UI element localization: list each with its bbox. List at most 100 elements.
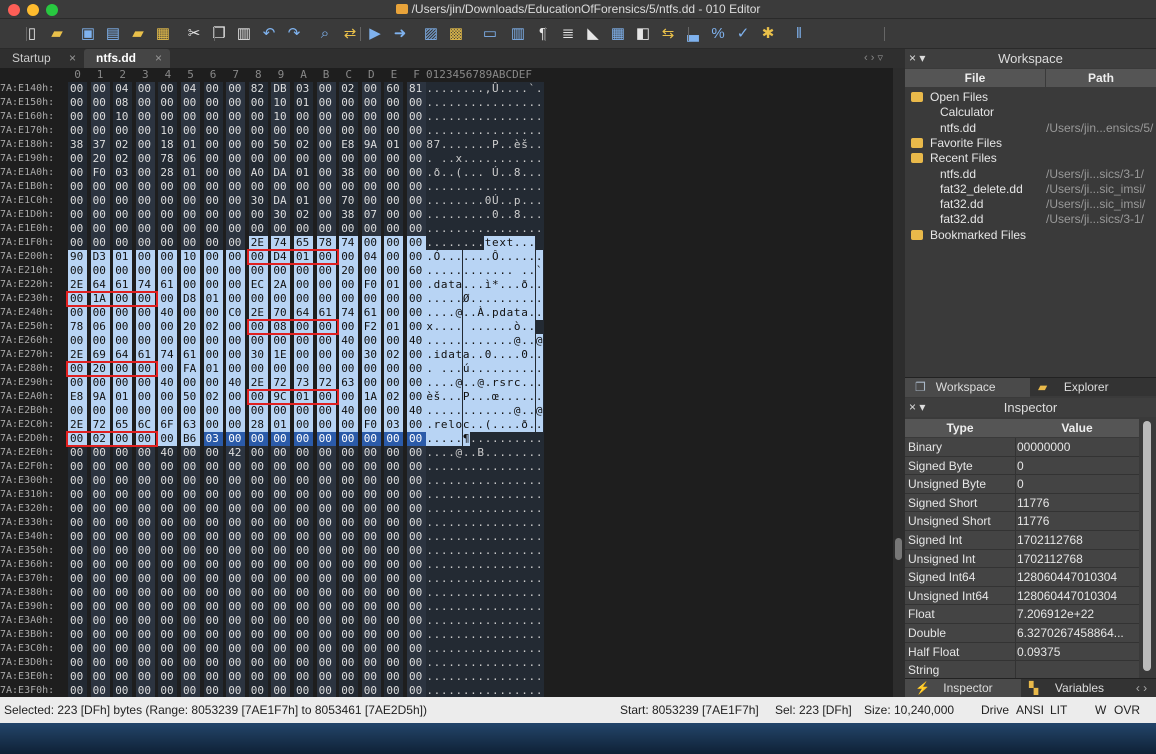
hex-byte[interactable]: 00 — [203, 502, 223, 516]
hex-byte[interactable]: 00 — [248, 544, 268, 558]
hex-byte[interactable]: 65 — [113, 418, 133, 432]
tab-variables[interactable]: ▚ Variables — [1021, 679, 1127, 698]
hex-byte[interactable]: 00 — [135, 96, 155, 110]
hex-byte[interactable]: 00 — [339, 516, 359, 530]
hex-byte[interactable]: 00 — [316, 544, 336, 558]
hex-byte[interactable]: 00 — [135, 600, 155, 614]
hex-byte[interactable]: A0 — [248, 166, 268, 180]
hex-byte[interactable]: 00 — [407, 390, 426, 404]
hex-byte[interactable]: 00 — [248, 264, 268, 278]
hex-byte[interactable]: 03 — [113, 166, 133, 180]
hex-byte[interactable]: 00 — [135, 208, 155, 222]
hex-byte[interactable]: 06 — [90, 320, 110, 334]
hex-byte[interactable]: 00 — [384, 110, 404, 124]
hex-byte[interactable]: 38 — [68, 138, 87, 152]
ascii-text[interactable]: ..... ¶.......... — [426, 432, 544, 446]
hex-byte[interactable]: 90 — [68, 250, 87, 264]
hex-byte[interactable]: 00 — [158, 390, 178, 404]
hex-byte[interactable]: 00 — [90, 516, 110, 530]
hex-byte[interactable]: 00 — [316, 180, 336, 194]
hex-byte[interactable]: 00 — [361, 180, 381, 194]
hex-byte[interactable]: 00 — [135, 628, 155, 642]
hex-byte[interactable]: 01 — [113, 390, 133, 404]
hex-byte[interactable]: 40 — [158, 376, 178, 390]
hex-byte[interactable]: 00 — [203, 236, 223, 250]
col-value[interactable]: Value — [1017, 419, 1137, 437]
hex-byte[interactable]: 72 — [90, 418, 110, 432]
tab-startup[interactable]: Startup × — [0, 49, 84, 68]
hex-byte[interactable]: 00 — [203, 558, 223, 572]
inspector-scrollbar[interactable] — [1139, 419, 1156, 679]
hex-byte[interactable]: 00 — [68, 376, 87, 390]
hex-byte[interactable]: 00 — [135, 516, 155, 530]
hex-byte[interactable]: 10 — [181, 250, 200, 264]
inspector-row[interactable]: Signed Short 11776 — [905, 493, 1139, 513]
hex-byte[interactable]: 00 — [271, 488, 291, 502]
hex-byte[interactable]: 00 — [68, 208, 87, 222]
hex-byte[interactable]: 00 — [158, 208, 178, 222]
hex-byte[interactable]: 00 — [113, 488, 133, 502]
hex-byte[interactable]: 00 — [68, 404, 87, 418]
inspector-value[interactable]: 0 — [1017, 475, 1137, 493]
hex-byte[interactable]: 00 — [68, 516, 87, 530]
hex-byte[interactable]: 00 — [316, 362, 336, 376]
hex-byte[interactable]: 00 — [248, 474, 268, 488]
hex-byte[interactable]: 00 — [226, 558, 246, 572]
hex-byte[interactable]: 00 — [226, 264, 246, 278]
ascii-text[interactable]: .idata..0....0.. — [426, 348, 544, 362]
hex-byte[interactable]: 00 — [294, 628, 313, 642]
hex-byte[interactable]: 74 — [339, 306, 359, 320]
hex-byte[interactable]: 00 — [339, 488, 359, 502]
hex-byte[interactable]: 18 — [158, 138, 178, 152]
hex-byte[interactable]: 00 — [135, 82, 155, 96]
hex-byte[interactable]: 00 — [361, 502, 381, 516]
hex-byte[interactable]: 00 — [135, 152, 155, 166]
hex-byte[interactable]: 00 — [90, 572, 110, 586]
hex-byte[interactable]: 00 — [407, 292, 426, 306]
hex-byte[interactable]: 00 — [407, 502, 426, 516]
hex-byte[interactable]: 28 — [158, 166, 178, 180]
hex-byte[interactable]: 00 — [407, 614, 426, 628]
hex-byte[interactable]: 1A — [361, 390, 381, 404]
hex-byte[interactable]: 78 — [158, 152, 178, 166]
hex-byte[interactable]: 00 — [135, 194, 155, 208]
hex-byte[interactable]: 50 — [181, 390, 200, 404]
ascii-text[interactable]: ................ — [426, 530, 544, 544]
hex-byte[interactable]: 00 — [226, 642, 246, 656]
hex-byte[interactable]: 00 — [226, 544, 246, 558]
col-path[interactable]: Path — [1046, 69, 1156, 87]
hex-byte[interactable]: 08 — [113, 96, 133, 110]
hex-byte[interactable]: 00 — [135, 502, 155, 516]
hex-byte[interactable]: 00 — [248, 502, 268, 516]
hex-byte[interactable]: 04 — [361, 250, 381, 264]
hex-byte[interactable]: 00 — [158, 194, 178, 208]
hex-byte[interactable]: 00 — [226, 82, 246, 96]
hex-byte[interactable]: 00 — [90, 544, 110, 558]
hex-byte[interactable]: 00 — [361, 628, 381, 642]
inspector-value[interactable]: 1702112768 — [1017, 531, 1137, 549]
hex-byte[interactable]: 00 — [384, 334, 404, 348]
hex-byte[interactable]: 00 — [226, 250, 246, 264]
hex-byte[interactable]: 61 — [316, 306, 336, 320]
tab-inspector[interactable]: ⚡ Inspector — [905, 679, 1021, 698]
hex-byte[interactable]: 00 — [203, 110, 223, 124]
hex-byte[interactable]: 00 — [384, 432, 404, 446]
hex-byte[interactable]: 00 — [158, 404, 178, 418]
hex-byte[interactable]: 00 — [361, 292, 381, 306]
hex-byte[interactable]: 00 — [113, 264, 133, 278]
hex-byte[interactable]: 00 — [248, 446, 268, 460]
hex-byte[interactable]: 00 — [135, 586, 155, 600]
hex-byte[interactable]: 00 — [135, 558, 155, 572]
hex-byte[interactable]: 00 — [203, 348, 223, 362]
hex-byte[interactable]: 00 — [316, 530, 336, 544]
hex-byte[interactable]: 00 — [181, 306, 200, 320]
hex-byte[interactable]: 00 — [361, 82, 381, 96]
hex-byte[interactable]: 00 — [68, 544, 87, 558]
hex-byte[interactable]: 00 — [271, 558, 291, 572]
hex-byte[interactable]: 00 — [113, 222, 133, 236]
hex-byte[interactable]: 00 — [361, 572, 381, 586]
hex-byte[interactable]: 9A — [90, 390, 110, 404]
hex-editor[interactable]: 0 1 2 3 4 5 6 7 8 9 A B C D E F 0123456789ABCDEF 7A:E140… — [0, 68, 893, 697]
hex-byte[interactable]: 00 — [181, 404, 200, 418]
hex-byte[interactable]: 00 — [339, 152, 359, 166]
